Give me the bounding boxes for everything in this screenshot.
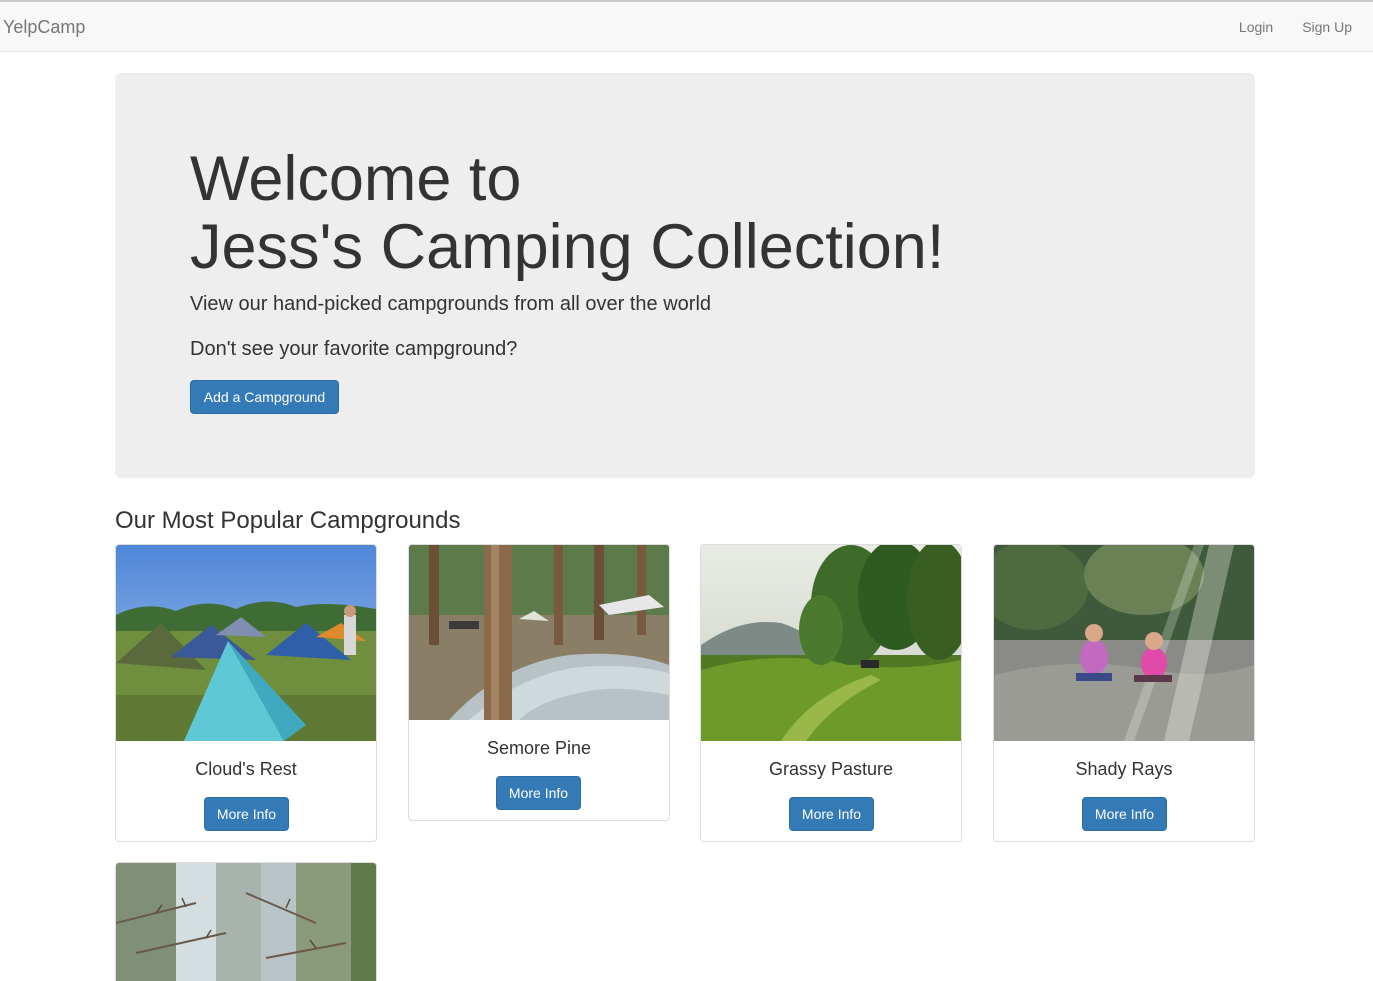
campground-name: Semore Pine	[486, 738, 592, 758]
campground-name: Grassy Pasture	[768, 759, 894, 779]
campground-image	[116, 863, 376, 981]
campground-name: Cloud's Rest	[195, 759, 297, 779]
more-info-button[interactable]: More Info	[789, 797, 874, 831]
campground-image	[994, 545, 1254, 741]
page-title: Welcome to Jess's Camping Collection!	[190, 145, 1190, 281]
brand-link[interactable]: YelpCamp	[3, 17, 85, 38]
campground-card: Grassy Pasture More Info	[700, 544, 962, 842]
prompt-text: Don't see your favorite campground?	[190, 338, 518, 360]
jumbotron: Welcome to Jess's Camping Collection! Vi…	[115, 73, 1255, 478]
campground-image	[116, 545, 376, 741]
more-info-button[interactable]: More Info	[1082, 797, 1167, 831]
title-line-2: Jess's Camping Collection!	[190, 212, 945, 282]
title-line-1: Welcome to	[190, 144, 522, 214]
signup-link[interactable]: Sign Up	[1302, 19, 1352, 35]
campground-image	[701, 545, 961, 741]
nav-links: Login Sign Up	[1239, 19, 1352, 35]
navbar: YelpCamp Login Sign Up	[0, 0, 1373, 52]
campground-card: Shady Rays More Info	[993, 544, 1255, 842]
lead-text: View our hand-picked campgrounds from al…	[190, 293, 712, 315]
campground-name: Shady Rays	[1075, 759, 1173, 779]
login-link[interactable]: Login	[1239, 19, 1273, 35]
section-title: Our Most Popular Campgrounds	[115, 507, 461, 534]
campground-card: Semore Pine More Info	[408, 544, 670, 821]
campground-image	[409, 545, 669, 720]
add-campground-button[interactable]: Add a Campground	[190, 380, 339, 414]
campground-card	[115, 862, 377, 981]
campground-card: Cloud's Rest More Info	[115, 544, 377, 842]
more-info-button[interactable]: More Info	[496, 776, 581, 810]
more-info-button[interactable]: More Info	[204, 797, 289, 831]
